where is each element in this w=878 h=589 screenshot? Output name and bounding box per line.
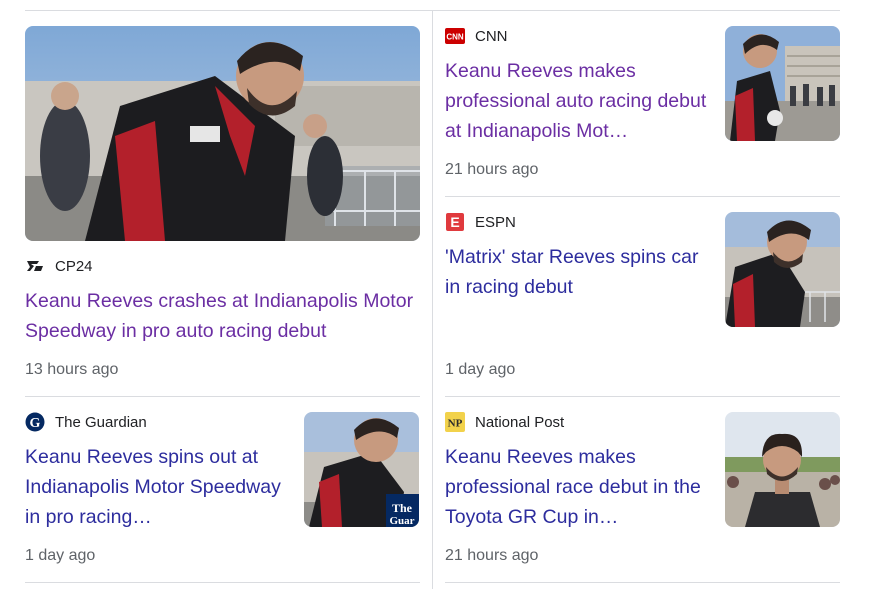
card-divider: [445, 196, 840, 197]
source-name: The Guardian: [55, 413, 147, 431]
article-thumbnail[interactable]: [725, 412, 840, 527]
svg-text:NP: NP: [448, 418, 463, 430]
article-timestamp: 21 hours ago: [445, 547, 539, 564]
card-divider: [25, 396, 420, 397]
article-source: E ESPN: [445, 212, 516, 232]
card-divider: [25, 582, 420, 583]
article-timestamp: 21 hours ago: [445, 161, 539, 178]
article-source: CP24: [25, 256, 93, 276]
card-divider: [445, 396, 840, 397]
card-divider: [445, 582, 840, 583]
article-timestamp: 1 day ago: [445, 361, 516, 378]
espn-logo-icon: E: [445, 212, 465, 232]
national-post-logo-icon: NP: [445, 412, 465, 432]
source-name: CP24: [55, 257, 93, 275]
article-timestamp: 1 day ago: [25, 547, 96, 564]
cp24-logo-icon: [25, 256, 45, 276]
svg-text:E: E: [450, 214, 459, 230]
article-headline-link[interactable]: Keanu Reeves spins out at Indianapolis M…: [25, 442, 287, 532]
article-source: G The Guardian: [25, 412, 147, 432]
column-divider: [432, 10, 433, 589]
svg-text:The: The: [392, 501, 413, 515]
article-thumbnail[interactable]: [725, 26, 840, 141]
cnn-logo-icon: CNN: [445, 26, 465, 46]
article-headline-link[interactable]: Keanu Reeves makes professional auto rac…: [445, 56, 707, 146]
guardian-logo-icon: G: [25, 412, 45, 432]
article-image[interactable]: [25, 26, 420, 241]
article-thumbnail[interactable]: [725, 212, 840, 327]
source-name: National Post: [475, 413, 565, 431]
article-headline-link[interactable]: 'Matrix' star Reeves spins car in racing…: [445, 242, 707, 302]
article-source: CNN CNN: [445, 26, 508, 46]
article-source: NP National Post: [445, 412, 564, 432]
svg-text:G: G: [30, 416, 41, 431]
article-headline-link[interactable]: Keanu Reeves crashes at Indianapolis Mot…: [25, 286, 420, 346]
svg-text:Guar: Guar: [389, 515, 414, 527]
article-timestamp: 13 hours ago: [25, 361, 119, 378]
source-name: CNN: [475, 27, 508, 45]
article-headline-link[interactable]: Keanu Reeves makes professional race deb…: [445, 442, 707, 532]
article-thumbnail[interactable]: The Guar: [304, 412, 419, 527]
svg-text:CNN: CNN: [446, 33, 464, 42]
source-name: ESPN: [475, 213, 516, 231]
